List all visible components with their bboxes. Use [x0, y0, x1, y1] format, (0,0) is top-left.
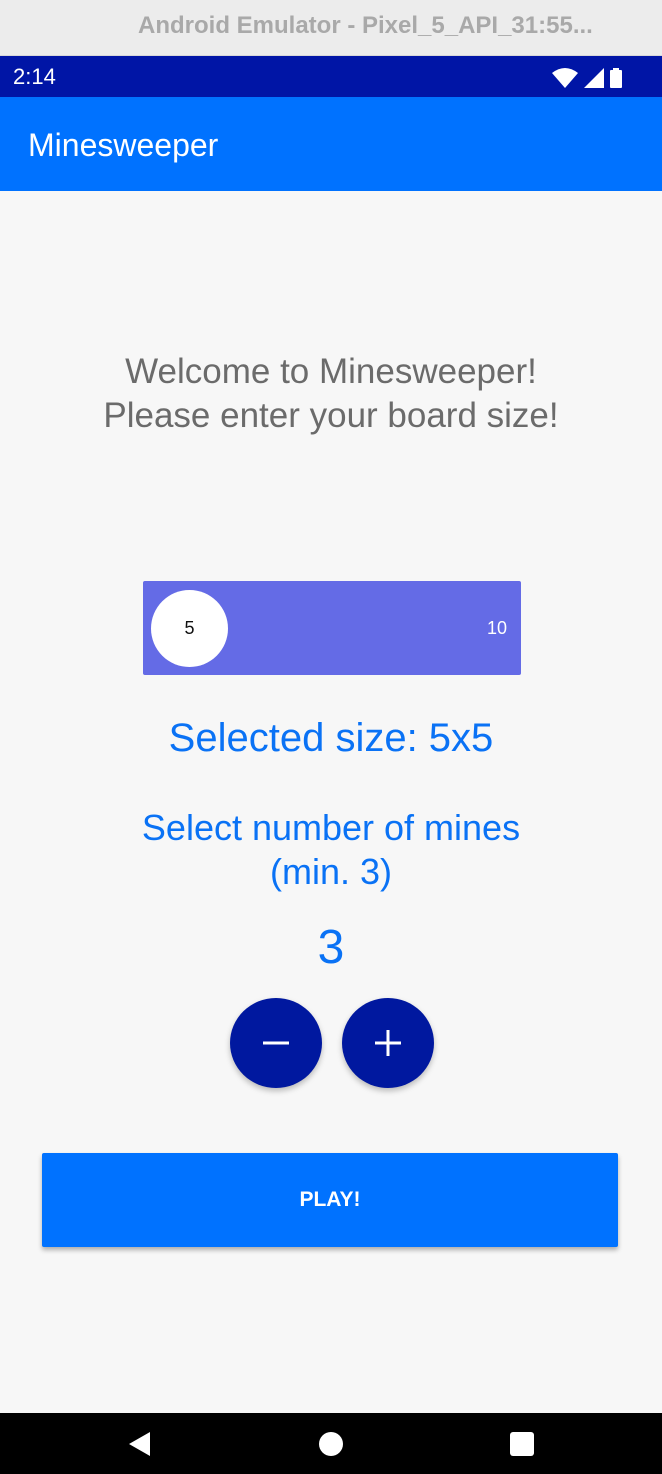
slider-max-label: 10 — [486, 618, 507, 638]
navigation-bar — [0, 1413, 662, 1474]
app-bar: Minesweeper — [0, 97, 662, 191]
board-size-slider[interactable]: 5 10 — [143, 581, 521, 675]
welcome-message: Welcome to Minesweeper! Please enter you… — [0, 350, 662, 438]
status-bar: 2:14 — [0, 56, 662, 97]
welcome-line-1: Welcome to Minesweeper! — [125, 352, 537, 391]
decrement-mines-button[interactable] — [230, 998, 322, 1088]
home-button[interactable] — [318, 1431, 344, 1457]
play-button[interactable]: PLAY! — [42, 1153, 618, 1247]
mines-prompt-line-2: (min. 3) — [269, 851, 392, 892]
increment-mines-button[interactable] — [342, 998, 434, 1088]
battery-icon — [610, 68, 622, 88]
emulator-title-bar: Android Emulator - Pixel_5_API_31:55... — [0, 0, 662, 56]
cell-signal-icon — [584, 68, 604, 88]
status-icons — [552, 66, 622, 88]
mines-count: 3 — [317, 921, 345, 974]
status-time: 2:14 — [13, 64, 56, 89]
plus-icon — [375, 1030, 401, 1056]
app-title: Minesweeper — [28, 127, 219, 163]
welcome-line-2: Please enter your board size! — [103, 396, 559, 435]
recents-button[interactable] — [509, 1431, 535, 1457]
recents-icon — [510, 1432, 534, 1456]
wifi-icon — [552, 68, 578, 88]
home-icon — [319, 1432, 343, 1456]
slider-thumb[interactable]: 5 — [151, 590, 228, 667]
mines-prompt: Select number of mines (min. 3) — [0, 806, 662, 894]
emulator-window-title: Android Emulator - Pixel_5_API_31:55... — [138, 12, 593, 39]
selected-size-label: Selected size: 5x5 — [168, 716, 494, 760]
back-icon — [129, 1432, 150, 1456]
back-button[interactable] — [126, 1431, 152, 1457]
mines-prompt-line-1: Select number of mines — [141, 807, 521, 848]
minus-icon — [263, 1041, 289, 1045]
